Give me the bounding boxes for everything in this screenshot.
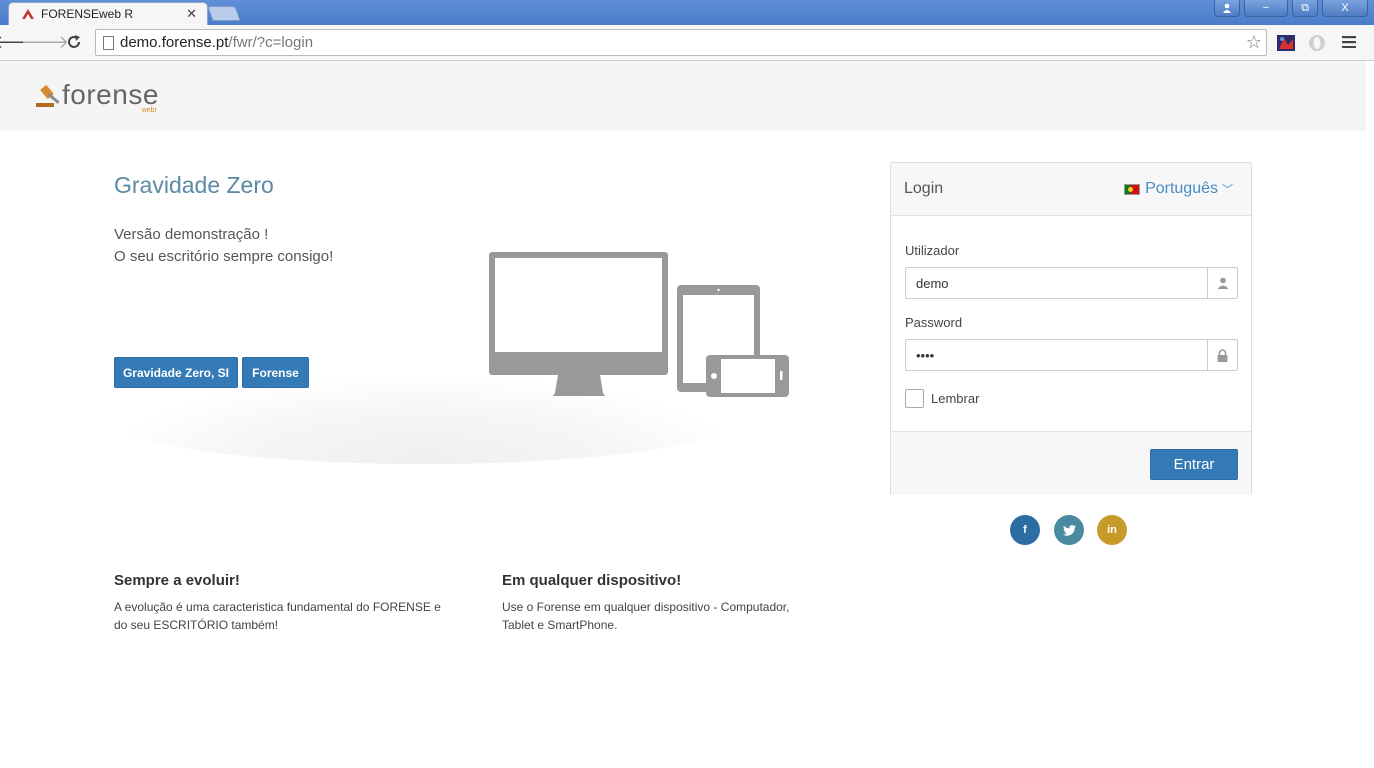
- login-panel: Login Português ﹀ Utilizador Password Le…: [890, 162, 1252, 495]
- forense-favicon-icon: [22, 9, 34, 19]
- hero-title: Gravidade Zero: [114, 172, 274, 198]
- password-group: [905, 339, 1238, 371]
- smartphone-icon: [706, 355, 789, 397]
- forward-arrow-icon[interactable]: 🡒: [21, 31, 69, 53]
- feature-title-evolve: Sempre a evoluir!: [114, 572, 240, 589]
- site-header: forense webr: [0, 61, 1366, 131]
- facebook-icon[interactable]: f: [1010, 515, 1040, 545]
- login-submit-button[interactable]: Entrar: [1150, 449, 1238, 480]
- hero-subtitle-1: Versão demonstração !: [114, 226, 269, 243]
- feature-text-devices: Use o Forense em qualquer dispositivo - …: [502, 600, 790, 632]
- tab-close-icon[interactable]: ✕: [186, 6, 197, 22]
- gravidade-zero-button[interactable]: Gravidade Zero, SI: [114, 357, 238, 388]
- lock-icon: [1207, 340, 1237, 370]
- browser-toolbar: 🡐 🡒 demo.forense.pt/fwr/?c=login ☆: [0, 25, 1374, 61]
- reload-icon[interactable]: [63, 31, 85, 53]
- username-label: Utilizador: [905, 243, 960, 258]
- password-input[interactable]: [906, 340, 1207, 370]
- username-group: [905, 267, 1238, 299]
- remember-checkbox[interactable]: [905, 389, 924, 408]
- language-label: Português: [1145, 180, 1218, 197]
- new-tab-button[interactable]: [207, 6, 241, 21]
- close-window-button[interactable]: X: [1322, 0, 1368, 17]
- tab-title: FORENSEweb R: [41, 7, 134, 21]
- logo-subtext: webr: [141, 107, 157, 114]
- login-panel-header: Login Português ﹀: [891, 163, 1251, 216]
- menu-icon[interactable]: [1338, 31, 1360, 53]
- twitter-icon[interactable]: [1054, 515, 1084, 545]
- monitor-icon: [489, 252, 668, 396]
- language-selector[interactable]: Português ﹀: [1124, 180, 1233, 198]
- address-bar[interactable]: demo.forense.pt/fwr/?c=login ☆: [95, 29, 1267, 56]
- user-profile-icon[interactable]: [1214, 0, 1240, 17]
- remember-label: Lembrar: [931, 391, 980, 406]
- logo-text: forense: [62, 79, 159, 110]
- url-path: /fwr/?c=login: [228, 34, 314, 51]
- linkedin-icon[interactable]: in: [1097, 515, 1127, 545]
- opera-extension-icon[interactable]: [1307, 33, 1327, 53]
- username-input[interactable]: [906, 268, 1207, 298]
- feature-title-devices: Em qualquer dispositivo!: [502, 572, 682, 589]
- hero-subtitle-2: O seu escritório sempre consigo!: [114, 248, 334, 265]
- page-icon: [103, 36, 114, 50]
- restore-button[interactable]: ⧉: [1292, 0, 1318, 17]
- minimize-button[interactable]: −: [1244, 0, 1288, 17]
- feature-text-evolve: A evolução é uma caracteristica fundamen…: [114, 600, 441, 632]
- gavel-icon: [36, 85, 60, 107]
- bookmark-star-icon[interactable]: ☆: [1246, 32, 1262, 53]
- window-controls: − ⧉ X: [1214, 0, 1368, 17]
- portugal-flag-icon: [1124, 183, 1141, 195]
- forense-logo[interactable]: forense webr: [34, 79, 159, 114]
- url-host: demo.forense.pt: [120, 34, 229, 51]
- login-panel-footer: Entrar: [891, 431, 1251, 495]
- user-icon: [1207, 268, 1237, 298]
- login-title: Login: [904, 180, 944, 197]
- devices-illustration: [489, 252, 789, 397]
- browser-titlebar: FORENSEweb R ✕ − ⧉ X: [0, 0, 1374, 25]
- browser-tab[interactable]: FORENSEweb R ✕: [8, 2, 208, 25]
- chevron-down-icon: ﹀: [1222, 184, 1233, 196]
- extension-icon[interactable]: [1276, 33, 1296, 53]
- password-label: Password: [905, 315, 963, 330]
- forense-button[interactable]: Forense: [242, 357, 309, 388]
